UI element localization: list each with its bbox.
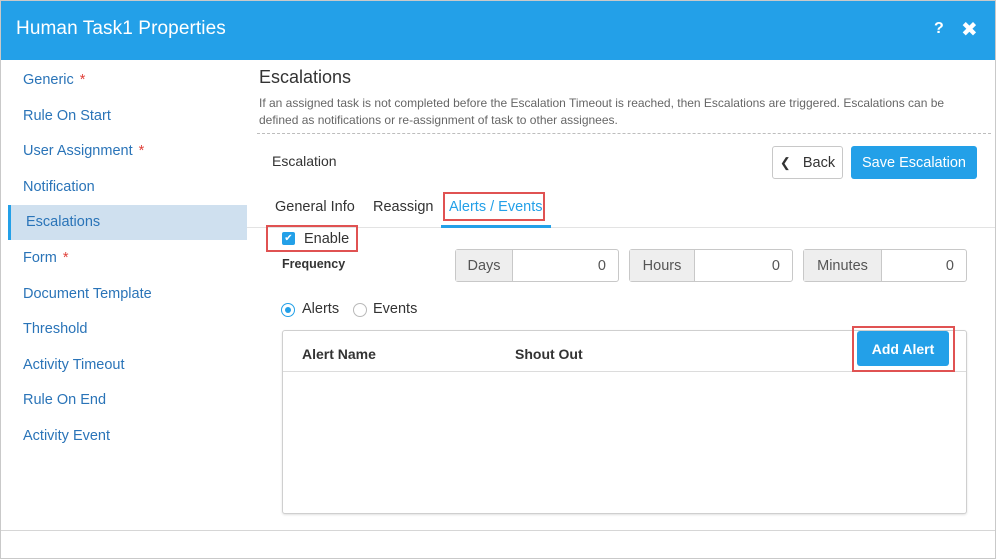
required-marker: *	[79, 72, 86, 88]
sidebar-item-label: Escalations	[26, 214, 101, 230]
required-marker: *	[62, 250, 69, 266]
sidebar: Generic * Rule On Start User Assignment * …	[1, 60, 247, 530]
hours-input-group: Hours 0	[629, 249, 793, 282]
enable-label: Enable	[304, 231, 350, 247]
events-radio-label: Events	[373, 301, 418, 317]
sidebar-item-escalations[interactable]: Escalations	[8, 205, 247, 240]
required-marker: *	[138, 143, 145, 159]
sidebar-item-rule-on-start[interactable]: Rule On Start	[8, 99, 247, 134]
title-bar: Human Task1 Properties ? ✖	[1, 1, 995, 60]
save-escalation-button[interactable]: Save Escalation	[851, 146, 977, 179]
window-title: Human Task1 Properties	[16, 18, 226, 39]
tab-reassign[interactable]: Reassign	[373, 199, 433, 215]
sidebar-item-label: Form	[23, 250, 57, 266]
page-description: If an assigned task is not completed bef…	[259, 96, 945, 127]
sidebar-item-activity-timeout[interactable]: Activity Timeout	[8, 348, 247, 383]
page-title: Escalations	[259, 67, 352, 87]
sidebar-item-user-assignment[interactable]: User Assignment *	[8, 134, 247, 169]
help-icon[interactable]: ?	[934, 20, 944, 38]
highlight-box-tab	[443, 192, 545, 221]
sidebar-item-label: Generic	[23, 72, 74, 88]
sidebar-item-threshold[interactable]: Threshold	[8, 312, 247, 347]
sidebar-item-activity-event[interactable]: Activity Event	[8, 419, 247, 454]
days-addon: Days	[456, 250, 513, 281]
section-divider	[257, 133, 991, 134]
sidebar-item-notification[interactable]: Notification	[8, 170, 247, 205]
sidebar-item-generic[interactable]: Generic *	[8, 63, 247, 98]
sidebar-item-rule-on-end[interactable]: Rule On End	[8, 383, 247, 418]
properties-window: Human Task1 Properties ? ✖ Generic * Rule…	[0, 0, 996, 559]
alerts-radio[interactable]	[281, 303, 295, 317]
alerts-radio-label: Alerts	[302, 301, 340, 317]
tab-bar: General Info Reassign Alerts / Events	[247, 190, 995, 228]
sidebar-item-label: Threshold	[23, 321, 88, 337]
frequency-label: Frequency	[282, 257, 346, 271]
sidebar-item-label: Rule On End	[23, 392, 107, 408]
sidebar-item-label: Document Template	[23, 286, 152, 302]
back-button[interactable]: ❮ Back	[772, 146, 843, 179]
footer-divider	[1, 530, 995, 531]
chevron-left-icon: ❮	[779, 154, 791, 170]
events-radio[interactable]	[353, 303, 367, 317]
hours-input[interactable]: 0	[695, 250, 792, 281]
minutes-addon: Minutes	[804, 250, 882, 281]
sidebar-item-label: Rule On Start	[23, 108, 111, 124]
sidebar-item-label: Activity Timeout	[23, 357, 125, 373]
hours-addon: Hours	[630, 250, 695, 281]
enable-checkbox[interactable]: ✔	[282, 232, 295, 245]
sidebar-item-label: Activity Event	[23, 428, 111, 444]
add-alert-button[interactable]: Add Alert	[857, 331, 949, 366]
sidebar-item-form[interactable]: Form *	[8, 241, 247, 276]
minutes-input-group: Minutes 0	[803, 249, 967, 282]
column-header-shout-out: Shout Out	[515, 346, 583, 362]
column-header-alert-name: Alert Name	[302, 346, 376, 362]
escalation-label: Escalation	[272, 153, 337, 169]
sidebar-item-label: Notification	[23, 179, 95, 195]
sidebar-item-document-template[interactable]: Document Template	[8, 277, 247, 312]
main-content: Escalations If an assigned task is not c…	[247, 60, 995, 530]
days-input[interactable]: 0	[513, 250, 618, 281]
close-icon[interactable]: ✖	[961, 17, 978, 42]
tab-general-info[interactable]: General Info	[275, 199, 355, 215]
sidebar-item-label: User Assignment	[23, 143, 133, 159]
back-button-label: Back	[802, 154, 836, 171]
minutes-input[interactable]: 0	[882, 250, 966, 281]
active-tab-indicator	[441, 225, 551, 228]
days-input-group: Days 0	[455, 249, 619, 282]
